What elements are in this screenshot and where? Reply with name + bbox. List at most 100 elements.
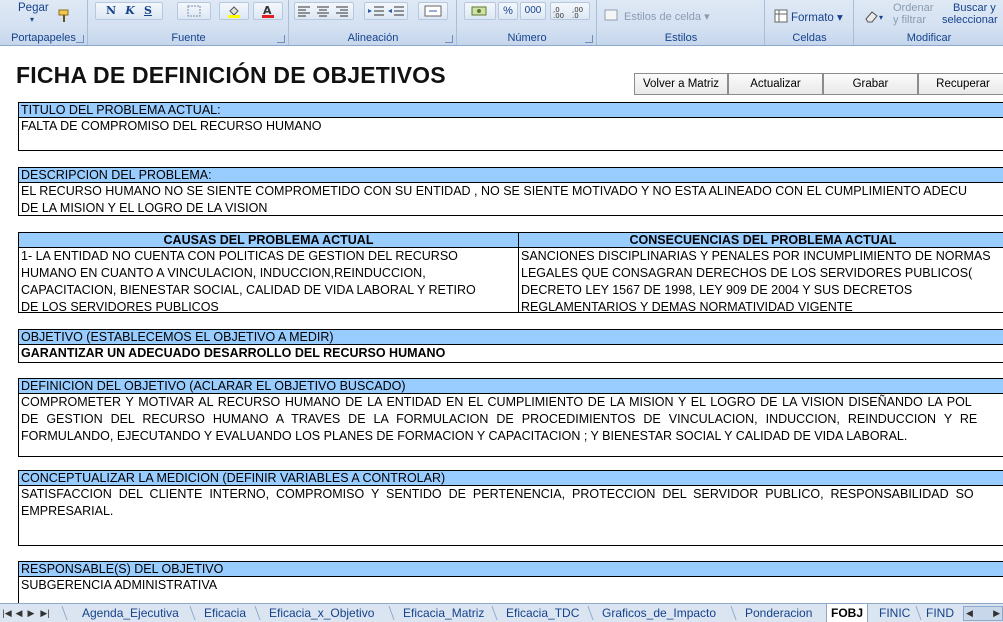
causas-line-4: DE LOS SERVIDORES PUBLICOS	[21, 300, 219, 313]
causas-header: CAUSAS DEL PROBLEMA ACTUAL	[18, 232, 519, 248]
ribbon-group-celdas: Formato ▾ Celdas	[766, 0, 854, 45]
causas-line-1: 1- LA ENTIDAD NO CUENTA CON POLITICAS DE…	[21, 249, 458, 263]
responsable-header: RESPONSABLE(S) DEL OBJETIVO	[18, 561, 1003, 577]
percent-button[interactable]: %	[498, 2, 518, 20]
sheet-tab-eficacia-tdc[interactable]: Eficacia_TDC	[502, 604, 583, 622]
merge-cells-icon	[424, 5, 442, 17]
consecuencias-line-3: DECRETO LEY 1567 DE 1998, LEY 909 DE 200…	[521, 283, 913, 297]
sheet-tab-fobj[interactable]: FOBJ	[826, 604, 869, 622]
indent-icon	[368, 6, 404, 16]
tab-separator	[730, 606, 737, 620]
titulo-value: FALTA DE COMPROMISO DEL RECURSO HUMANO	[21, 119, 322, 133]
alineacion-launcher-icon[interactable]	[445, 35, 453, 43]
group-label-fuente: Fuente	[171, 32, 206, 44]
clear-eraser-icon[interactable]	[863, 9, 879, 23]
cell-styles-icon	[604, 9, 618, 21]
grabar-button[interactable]: Grabar	[823, 73, 918, 95]
definicion-value-cell[interactable]: COMPROMETER Y MOTIVAR AL RECURSO HUMANO …	[18, 394, 1003, 457]
last-sheet-icon[interactable]: ▶|	[40, 607, 50, 619]
cell-styles-button[interactable]: Estilos de celda ▾	[624, 11, 710, 23]
cell-styles-label: Estilos de celda	[624, 11, 702, 23]
numero-launcher-icon[interactable]	[585, 35, 593, 43]
titulo-value-cell[interactable]: FALTA DE COMPROMISO DEL RECURSO HUMANO	[18, 118, 1003, 151]
consecuencias-value-cell[interactable]: SANCIONES DISCIPLINARIAS Y PENALES POR I…	[518, 248, 1003, 313]
page-title: FICHA DE DEFINICIÓN DE OBJETIVOS	[16, 62, 446, 88]
titulo-header: TITULO DEL PROBLEMA ACTUAL:	[18, 102, 1003, 118]
sort-filter-label-2[interactable]: y filtrar	[893, 14, 926, 26]
first-sheet-icon[interactable]: |◀	[2, 607, 12, 619]
sort-filter-label-1[interactable]: Ordenar	[893, 2, 933, 14]
ribbon-group-estilos: Estilos de celda ▾ Estilos	[598, 0, 765, 45]
volver-matriz-button[interactable]: Volver a Matriz	[634, 73, 728, 95]
merge-cells-button[interactable]	[418, 2, 448, 20]
font-style-buttons: N K S	[95, 2, 163, 20]
find-select-label-1[interactable]: Buscar y	[953, 2, 996, 14]
conceptualizar-value-cell[interactable]: SATISFACCION DEL CLIENTE INTERNO, COMPRO…	[18, 486, 1003, 546]
decimal-icons: ,0,00,00,0	[553, 6, 583, 20]
bold-button[interactable]: N	[106, 4, 116, 17]
font-color-icon: A	[262, 4, 274, 18]
portapapeles-launcher-icon[interactable]	[76, 35, 84, 43]
tab-separator	[61, 606, 68, 620]
currency-button[interactable]	[464, 2, 496, 20]
causas-value-cell[interactable]: 1- LA ENTIDAD NO CUENTA CON POLITICAS DE…	[18, 248, 519, 313]
format-icon	[774, 9, 788, 23]
conceptualizar-header: CONCEPTUALIZAR LA MEDICION (DEFINIR VARI…	[18, 470, 1003, 486]
definicion-line-3: FORMULANDO, EJECUTANDO Y EVALUANDO LOS P…	[21, 429, 908, 443]
sheet-tab-ponderacion[interactable]: Ponderacion	[741, 604, 816, 622]
recuperar-button[interactable]: Recuperar	[918, 73, 1003, 95]
scroll-right-icon[interactable]: ▶	[993, 608, 1000, 619]
consecuencias-line-1: SANCIONES DISCIPLINARIAS Y PENALES POR I…	[521, 249, 991, 263]
tab-separator	[388, 606, 395, 620]
ribbon-group-portapapeles: Pegar ▾ Portapapeles	[0, 0, 88, 45]
decimal-buttons[interactable]: ,0,00,00,0	[550, 2, 590, 20]
ribbon-group-modificar: ▾ Ordenar y filtrar Buscar y seleccionar…	[855, 0, 1003, 45]
sheet-tab-agenda-ejecutiva[interactable]: Agenda_Ejecutiva	[78, 604, 183, 622]
consecuencias-header: CONSECUENCIAS DEL PROBLEMA ACTUAL	[518, 232, 1003, 248]
underline-button[interactable]: S	[144, 4, 152, 17]
indent-buttons[interactable]	[364, 2, 408, 20]
sheet-tab-eficacia-matriz[interactable]: Eficacia_Matriz	[399, 604, 488, 622]
tab-separator	[491, 606, 498, 620]
italic-button[interactable]: K	[125, 4, 135, 17]
tab-separator	[587, 606, 594, 620]
fill-color-icon	[228, 6, 240, 18]
ribbon-group-numero: % 000 ,0,00,00,0 Número	[458, 0, 597, 45]
clear-dropdown-icon[interactable]: ▾	[879, 12, 883, 24]
scroll-left-icon[interactable]: ◀	[966, 608, 973, 619]
definicion-header: DEFINICION DEL OBJETIVO (ACLARAR EL OBJE…	[18, 378, 1003, 394]
sheet-tab-find[interactable]: FIND	[922, 604, 958, 622]
sheet-tab-eficacia-x-objetivo[interactable]: Eficacia_x_Objetivo	[265, 604, 378, 622]
fill-color-button[interactable]	[219, 2, 249, 20]
responsable-value: SUBGERENCIA ADMINISTRATIVA	[21, 578, 218, 592]
next-sheet-icon[interactable]: ▶	[26, 607, 36, 619]
format-button[interactable]: Formato ▾	[791, 12, 843, 24]
paste-dropdown-icon[interactable]: ▾	[30, 14, 34, 26]
prev-sheet-icon[interactable]: ◀	[14, 607, 24, 619]
group-label-celdas: Celdas	[792, 32, 827, 44]
borders-icon	[187, 5, 201, 17]
svg-text:,00: ,00	[553, 12, 564, 18]
causas-line-3: CAPACITACION, BIENESTAR SOCIAL, CALIDAD …	[21, 283, 476, 297]
descripcion-line-1: EL RECURSO HUMANO NO SE SIENTE COMPROMET…	[21, 184, 967, 198]
borders-button[interactable]	[177, 2, 211, 20]
objetivo-value: GARANTIZAR UN ADECUADO DESARROLLO DEL RE…	[21, 346, 446, 360]
horizontal-scrollbar[interactable]: ◀ ▶	[963, 606, 1003, 621]
align-buttons	[294, 2, 354, 20]
descripcion-value-cell[interactable]: EL RECURSO HUMANO NO SE SIENTE COMPROMET…	[18, 183, 1003, 216]
align-icons[interactable]	[296, 4, 352, 18]
format-painter-icon[interactable]	[56, 8, 72, 24]
font-color-button[interactable]: A	[253, 2, 283, 20]
thousands-button[interactable]: 000	[520, 2, 546, 20]
objetivo-value-cell[interactable]: GARANTIZAR UN ADECUADO DESARROLLO DEL RE…	[18, 345, 1003, 363]
find-select-label-2[interactable]: seleccionar	[942, 14, 998, 26]
group-label-portapapeles: Portapapeles	[11, 32, 76, 44]
sheet-tab-finic[interactable]: FINIC	[875, 604, 914, 622]
consecuencias-line-4: REGLAMENTARIOS Y DEMAS NORMATIVIDAD VIGE…	[521, 300, 853, 313]
paste-button[interactable]: Pegar	[18, 2, 49, 14]
fuente-launcher-icon[interactable]	[277, 35, 285, 43]
descripcion-line-2: DE LA MISION Y EL LOGRO DE LA VISION	[21, 201, 268, 215]
sheet-tab-eficacia[interactable]: Eficacia	[200, 604, 250, 622]
actualizar-button[interactable]: Actualizar	[728, 73, 823, 95]
sheet-tab-graficos-de-impacto[interactable]: Graficos_de_Impacto	[598, 604, 720, 622]
